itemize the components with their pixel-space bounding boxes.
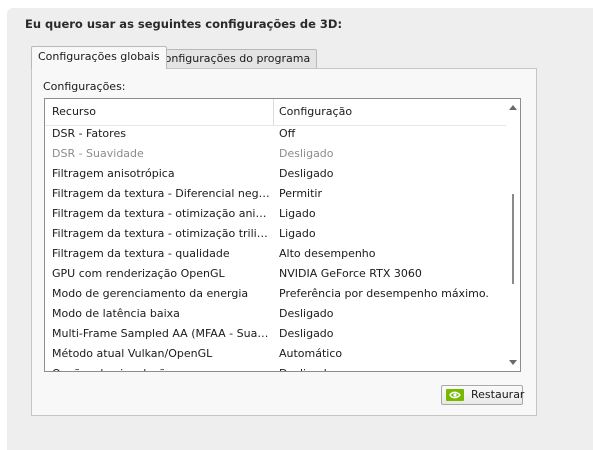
feature-cell: Filtragem anisotrópica [52, 167, 175, 180]
feature-cell: Modo de gerenciamento da energia [52, 287, 249, 300]
table-row[interactable]: DSR - Fatores Off [45, 124, 507, 144]
restore-button[interactable]: Restaurar [441, 385, 525, 405]
settings-label: Configurações: [43, 80, 126, 93]
feature-cell: DSR - Fatores [52, 127, 126, 140]
tab-bar: Configurações globais Configurações do p… [31, 46, 537, 69]
table-row[interactable]: Filtragem da textura - qualidade Alto des… [45, 244, 507, 264]
column-separator[interactable] [273, 99, 274, 125]
setting-value-cell[interactable]: Preferência por desempenho máximo. [279, 284, 489, 304]
table-row[interactable]: Modo de gerenciamento da energia Preferên… [45, 284, 507, 304]
tab-global-settings[interactable]: Configurações globais [31, 46, 167, 69]
setting-value-cell[interactable]: Desligado [279, 364, 334, 371]
setting-value-cell[interactable]: Permitir [279, 184, 322, 204]
setting-value-cell[interactable]: Alto desempenho [279, 244, 376, 264]
table-row[interactable]: Filtragem anisotrópica Desligado [45, 164, 507, 184]
column-header-feature[interactable]: Recurso [52, 99, 96, 125]
setting-value-cell[interactable]: Automático [279, 344, 342, 364]
feature-cell: Filtragem da textura - otimização anisot… [52, 207, 270, 220]
table-row[interactable]: Filtragem da textura - otimização anisot… [45, 204, 507, 224]
scroll-up-arrow-icon[interactable] [509, 105, 517, 110]
feature-cell: Opções de vinculação [52, 364, 270, 371]
setting-value-cell[interactable]: Ligado [279, 204, 316, 224]
page-heading: Eu quero usar as seguintes configurações… [25, 17, 343, 31]
tab-program-settings[interactable]: Configurações do programa [150, 49, 318, 68]
table-row[interactable]: Opções de vinculação Desligado [45, 364, 507, 371]
feature-cell: DSR - Suavidade [52, 147, 144, 160]
settings-list[interactable]: Recurso Configuração DSR - Fatores Off DSR… [44, 98, 521, 372]
table-row[interactable]: DSR - Suavidade Desligado [45, 144, 507, 164]
table-row[interactable]: Multi-Frame Sampled AA (MFAA - Suavizaç.… [45, 324, 507, 344]
table-row[interactable]: Método atual Vulkan/OpenGL Automático [45, 344, 507, 364]
table-row[interactable]: Modo de latência baixa Desligado [45, 304, 507, 324]
settings-rows: DSR - Fatores Off DSR - Suavidade Desligado… [45, 124, 507, 371]
column-header-setting[interactable]: Configuração [279, 99, 352, 125]
setting-value-cell[interactable]: Desligado [279, 144, 334, 164]
scroll-down-arrow-icon[interactable] [509, 360, 517, 365]
restore-button-label: Restaurar [471, 388, 525, 401]
table-row[interactable]: GPU com renderização OpenGL NVIDIA GeForc… [45, 264, 507, 284]
nvidia-logo-icon [446, 389, 464, 401]
setting-value-cell[interactable]: Desligado [279, 304, 334, 324]
feature-cell: GPU com renderização OpenGL [52, 267, 225, 280]
feature-cell: Modo de latência baixa [52, 307, 180, 320]
table-row[interactable]: Filtragem da textura - otimização trilin… [45, 224, 507, 244]
setting-value-cell[interactable]: Desligado [279, 324, 334, 344]
setting-value-cell[interactable]: NVIDIA GeForce RTX 3060 [279, 264, 422, 284]
feature-cell: Filtragem da textura - otimização trilin… [52, 227, 270, 240]
feature-cell: Filtragem da textura - qualidade [52, 247, 230, 260]
feature-cell: Multi-Frame Sampled AA (MFAA - Suavizaç.… [52, 327, 270, 340]
setting-value-cell[interactable]: Ligado [279, 224, 316, 244]
table-row[interactable]: Filtragem da textura - Diferencial negat… [45, 184, 507, 204]
vertical-scrollbar[interactable] [506, 99, 520, 371]
setting-value-cell[interactable]: Off [279, 124, 295, 144]
feature-cell: Método atual Vulkan/OpenGL [52, 347, 213, 360]
feature-cell: Filtragem da textura - Diferencial negat… [52, 187, 270, 200]
scrollbar-thumb[interactable] [512, 194, 514, 284]
list-header: Recurso Configuração [45, 99, 507, 126]
setting-value-cell[interactable]: Desligado [279, 164, 334, 184]
